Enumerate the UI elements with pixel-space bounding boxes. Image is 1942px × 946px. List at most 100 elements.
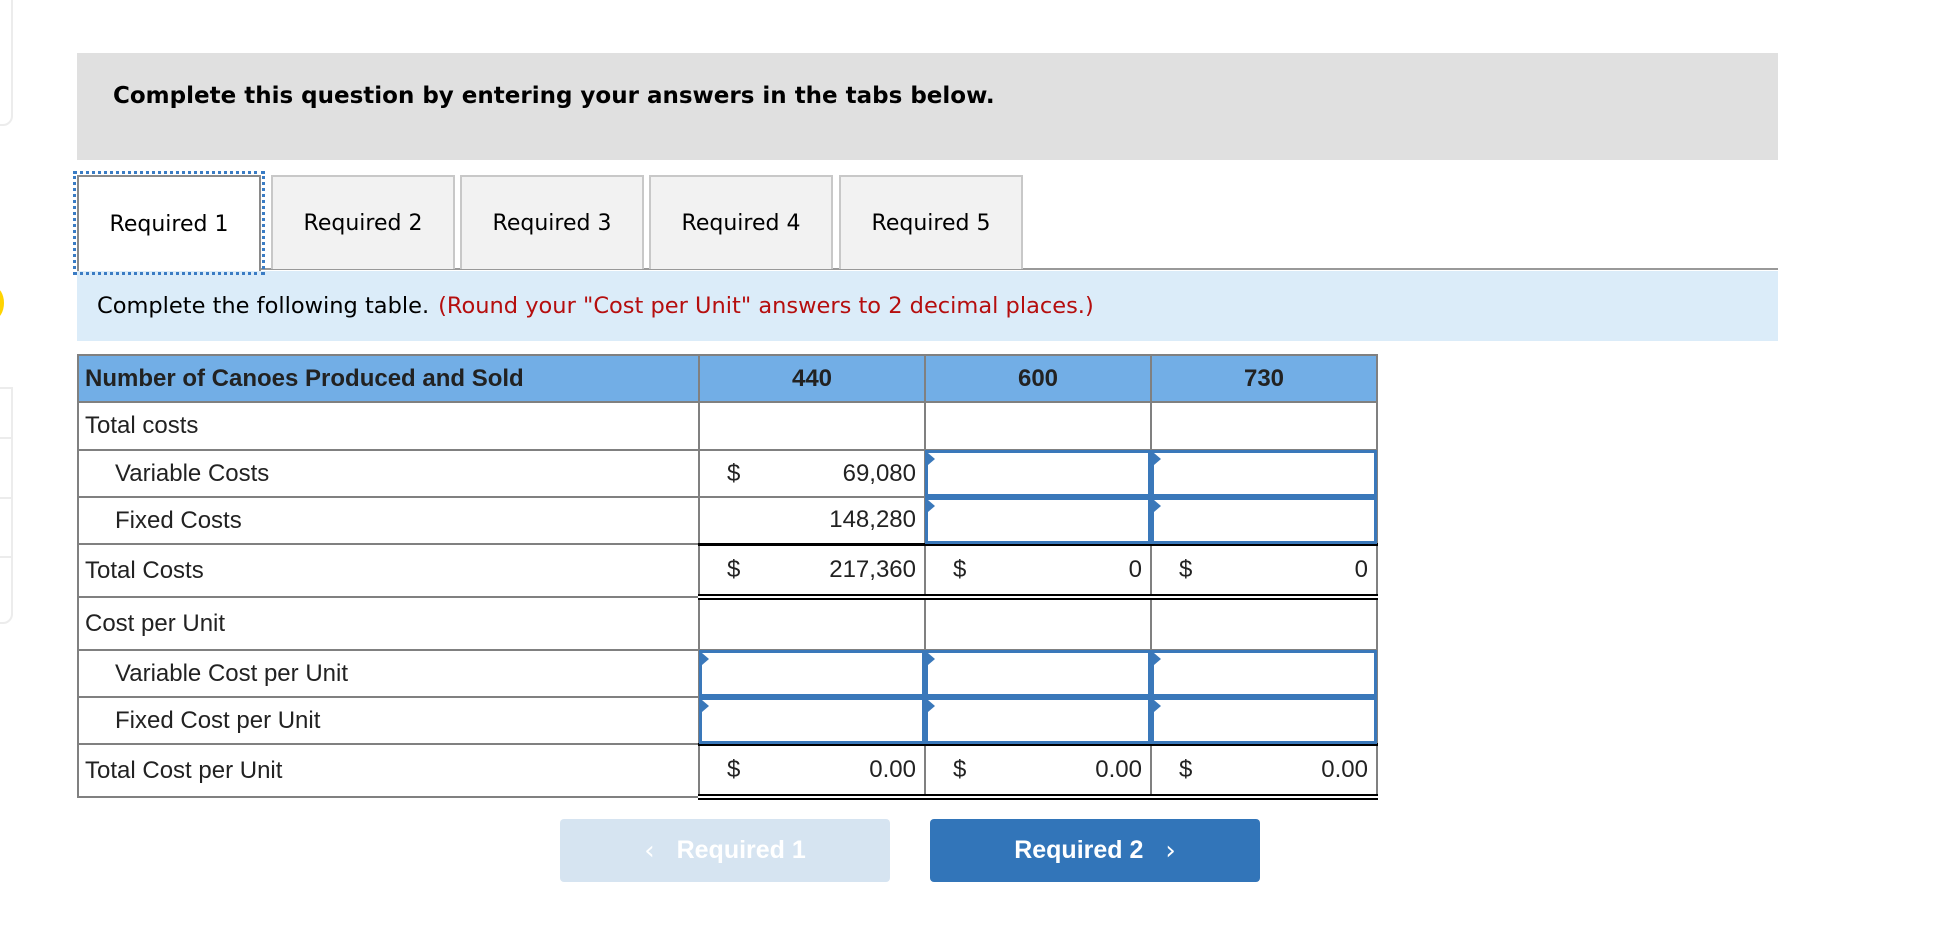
- value: 0.00: [1321, 755, 1368, 783]
- input-cell: [1150, 649, 1378, 698]
- table-row: Cost per Unit: [77, 596, 1378, 651]
- instruction-banner: Complete this question by entering your …: [77, 53, 1778, 160]
- total-cell: $0.00: [1150, 742, 1378, 800]
- input-cell: [698, 696, 926, 745]
- row-label: Cost per Unit: [77, 596, 700, 651]
- prev-required-button[interactable]: ‹ Required 1: [560, 819, 890, 882]
- table-row: Total Cost per Unit $0.00 $0.00 $0.00: [77, 742, 1378, 800]
- input-marker-icon: [1154, 653, 1161, 665]
- header-qty-3: 730: [1150, 354, 1378, 403]
- currency-symbol: $: [727, 459, 741, 487]
- input-cell: [924, 649, 1152, 698]
- row-label: Total Costs: [77, 543, 700, 598]
- chevron-left-icon: ‹: [644, 835, 655, 866]
- input-marker-icon: [928, 500, 935, 512]
- currency-symbol: $: [727, 755, 741, 783]
- variable-costs-730-input[interactable]: [1154, 453, 1374, 494]
- currency-symbol: $: [953, 555, 967, 583]
- row-label: Fixed Cost per Unit: [77, 696, 700, 745]
- variable-cost-per-unit-600-input[interactable]: [928, 653, 1148, 694]
- input-marker-icon: [1154, 500, 1161, 512]
- table-row: Variable Costs $69,080: [77, 449, 1378, 498]
- fixed-cost-per-unit-440-input[interactable]: [702, 700, 922, 741]
- input-marker-icon: [928, 653, 935, 665]
- total-cell: $0: [1150, 542, 1378, 600]
- value-cell: $69,080: [698, 449, 926, 498]
- table-row: Fixed Cost per Unit: [77, 696, 1378, 745]
- total-cell: $217,360: [698, 542, 926, 600]
- empty-cell: [1150, 401, 1378, 451]
- currency-symbol: $: [1179, 755, 1193, 783]
- input-marker-icon: [928, 453, 935, 465]
- fixed-costs-730-input[interactable]: [1154, 500, 1374, 541]
- fixed-costs-600-input[interactable]: [928, 500, 1148, 541]
- table-row: Fixed Costs 148,280: [77, 496, 1378, 545]
- cost-table: Number of Canoes Produced and Sold 440 6…: [77, 354, 1378, 800]
- divider: [0, 437, 11, 439]
- tab-required-5[interactable]: Required 5: [839, 175, 1023, 269]
- input-marker-icon: [928, 700, 935, 712]
- header-qty-2: 600: [924, 354, 1152, 403]
- tab-required-3[interactable]: Required 3: [460, 175, 644, 269]
- value: 217,360: [829, 555, 916, 583]
- row-label: Variable Costs: [77, 449, 700, 498]
- tab-required-2[interactable]: Required 2: [271, 175, 455, 269]
- next-required-button[interactable]: Required 2 ›: [930, 819, 1260, 882]
- instruction-text: Complete this question by entering your …: [113, 83, 995, 109]
- currency-symbol: $: [1179, 555, 1193, 583]
- fixed-cost-per-unit-730-input[interactable]: [1154, 700, 1374, 741]
- value: 0.00: [1095, 755, 1142, 783]
- input-marker-icon: [702, 653, 709, 665]
- value: 0: [1128, 555, 1142, 583]
- row-label: Total costs: [77, 401, 700, 451]
- row-label: Total Cost per Unit: [77, 743, 700, 798]
- row-label: Fixed Costs: [77, 496, 700, 545]
- table-row: Variable Cost per Unit: [77, 649, 1378, 698]
- side-nav-fragment: [0, 387, 13, 624]
- table-header-row: Number of Canoes Produced and Sold 440 6…: [77, 354, 1378, 403]
- divider: [0, 556, 11, 558]
- value: 69,080: [842, 459, 916, 487]
- empty-cell: [1150, 596, 1378, 651]
- tab-required-1[interactable]: Required 1: [73, 171, 265, 275]
- total-cell: $0.00: [924, 742, 1152, 800]
- tab-required-4[interactable]: Required 4: [649, 175, 833, 269]
- input-marker-icon: [702, 700, 709, 712]
- currency-symbol: $: [953, 755, 967, 783]
- empty-cell: [698, 596, 926, 651]
- row-label: Variable Cost per Unit: [77, 649, 700, 698]
- next-button-label: Required 2: [1014, 836, 1144, 864]
- input-cell: [698, 649, 926, 698]
- total-cell: $0.00: [698, 742, 926, 800]
- value-cell: 148,280: [698, 496, 926, 545]
- variable-cost-per-unit-730-input[interactable]: [1154, 653, 1374, 694]
- empty-cell: [924, 401, 1152, 451]
- input-cell: [1150, 449, 1378, 498]
- input-cell: [1150, 696, 1378, 745]
- input-cell: [924, 696, 1152, 745]
- table-row: Total Costs $217,360 $0 $0: [77, 542, 1378, 600]
- indicator-dot: [0, 287, 4, 319]
- input-marker-icon: [1154, 453, 1161, 465]
- variable-costs-600-input[interactable]: [928, 453, 1148, 494]
- empty-cell: [698, 401, 926, 451]
- prompt-band: Complete the following table. (Round you…: [77, 271, 1778, 341]
- input-marker-icon: [1154, 700, 1161, 712]
- side-panel-fragment: [0, 0, 13, 126]
- input-cell: [924, 496, 1152, 545]
- input-cell: [924, 449, 1152, 498]
- currency-symbol: $: [727, 555, 741, 583]
- divider: [0, 497, 11, 499]
- value: 0: [1354, 555, 1368, 583]
- value: 0.00: [869, 755, 916, 783]
- table-row: Total costs: [77, 401, 1378, 451]
- value: 148,280: [829, 506, 916, 534]
- tab-bar: Required 1 Required 2 Required 3 Require…: [73, 171, 1778, 275]
- header-qty-1: 440: [698, 354, 926, 403]
- variable-cost-per-unit-440-input[interactable]: [702, 653, 922, 694]
- rounding-note: (Round your "Cost per Unit" answers to 2…: [438, 293, 1094, 319]
- chevron-right-icon: ›: [1165, 835, 1176, 866]
- fixed-cost-per-unit-600-input[interactable]: [928, 700, 1148, 741]
- header-label: Number of Canoes Produced and Sold: [77, 354, 700, 403]
- input-cell: [1150, 496, 1378, 545]
